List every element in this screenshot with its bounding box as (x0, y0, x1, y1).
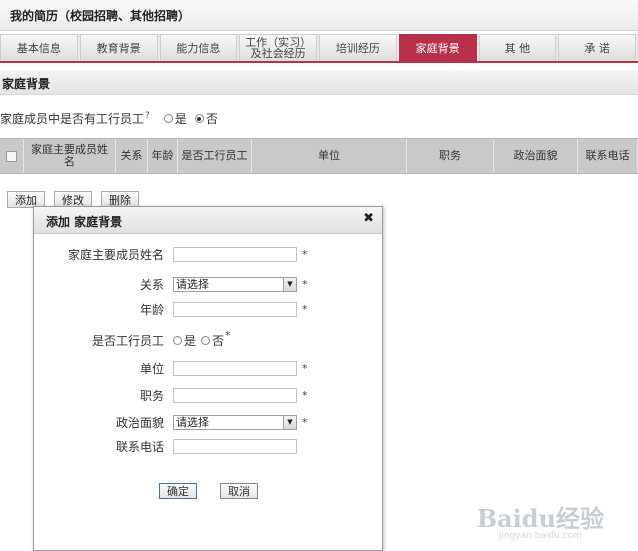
add-family-dialog: 添加 家庭背景 ✖ 家庭主要成员姓名 * 关系 请选择 ▼ * 年龄 * 是否工… (33, 206, 383, 551)
select-all-checkbox[interactable] (6, 150, 17, 162)
tab-family-background[interactable]: 家庭背景 (398, 34, 477, 61)
tab-commitment[interactable]: 承 诺 (558, 34, 636, 61)
section-title: 家庭背景 (2, 77, 51, 91)
page-title: 我的简历（校园招聘、其他招聘） (10, 9, 191, 23)
col-political[interactable]: 政治面貌 (494, 139, 578, 173)
radio-no[interactable] (194, 114, 204, 123)
employee-question-label: 家庭成员中是否有工行员工 (0, 112, 145, 126)
required-mark: * (302, 389, 308, 402)
age-label: 年龄 (139, 303, 164, 317)
dialog-option-yes[interactable]: 是 (173, 332, 196, 349)
tab-bar: 基本信息 教育背景 能力信息 工作（实习） 及社会经历 培训经历 家庭背景 其 … (0, 34, 638, 63)
tab-training[interactable]: 培训经历 (319, 34, 397, 61)
section-header: 家庭背景 (0, 70, 638, 95)
field-row-political: 政治面貌 请选择 ▼ * (34, 414, 308, 431)
option-yes-label: 是 (174, 112, 187, 126)
col-relation[interactable]: 关系 (116, 139, 148, 173)
political-label: 政治面貌 (115, 416, 164, 430)
tab-other[interactable]: 其 他 (478, 34, 557, 61)
family-table-header: 家庭主要成员姓名 关系 年龄 是否工行员工 单位 职务 政治面貌 联系电话 (0, 138, 638, 174)
chevron-down-icon[interactable]: ▼ (283, 416, 296, 429)
required-mark: * (225, 329, 231, 342)
position-input[interactable] (173, 388, 297, 403)
dialog-title: 添加 家庭背景 (46, 215, 123, 229)
dialog-radio-no[interactable] (201, 336, 211, 345)
dialog-option-yes-label: 是 (184, 334, 197, 348)
watermark-logo: Baidu经验 (476, 504, 604, 533)
field-row-relation: 关系 请选择 ▼ * (34, 276, 308, 293)
icbc-employee-label: 是否工行员工 (91, 334, 164, 348)
field-row-unit: 单位 * (34, 360, 308, 377)
name-input[interactable] (173, 247, 297, 262)
radio-yes[interactable] (163, 114, 173, 123)
position-label: 职务 (139, 389, 164, 403)
col-name[interactable]: 家庭主要成员姓名 (24, 139, 116, 173)
col-unit[interactable]: 单位 (252, 139, 407, 173)
field-row-age: 年龄 * (34, 301, 308, 318)
political-select-value: 请选择 (176, 416, 209, 429)
dialog-option-no[interactable]: 否 (201, 332, 224, 349)
field-row-name: 家庭主要成员姓名 * (34, 246, 308, 263)
col-position[interactable]: 职务 (407, 139, 494, 173)
close-icon[interactable]: ✖ (363, 211, 374, 226)
dialog-header: 添加 家庭背景 ✖ (34, 207, 382, 234)
unit-input[interactable] (173, 361, 297, 376)
option-no[interactable]: 否 (194, 110, 218, 127)
required-mark: * (302, 416, 308, 429)
required-mark: * (302, 248, 308, 261)
tab-work-experience[interactable]: 工作（实习） 及社会经历 (239, 34, 317, 61)
required-mark: * (302, 303, 308, 316)
tab-education[interactable]: 教育背景 (79, 34, 158, 61)
select-all-cell[interactable] (0, 139, 24, 173)
watermark: Baidu经验 jingyan.baidu.com (476, 504, 604, 542)
col-phone[interactable]: 联系电话 (578, 139, 638, 173)
dialog-actions: 确定 取消 (159, 483, 258, 499)
cancel-button[interactable]: 取消 (220, 483, 258, 499)
phone-input[interactable] (173, 439, 297, 454)
option-no-label: 否 (205, 112, 218, 126)
field-row-phone: 联系电话 (34, 438, 297, 455)
dialog-radio-yes[interactable] (173, 336, 182, 345)
phone-label: 联系电话 (115, 440, 164, 454)
relation-select[interactable]: 请选择 ▼ (173, 277, 297, 292)
age-input[interactable] (173, 302, 297, 317)
required-mark: * (302, 278, 308, 291)
col-age[interactable]: 年龄 (148, 139, 178, 173)
employee-radio-group: 是 否 (163, 110, 223, 127)
relation-select-value: 请选择 (176, 278, 209, 291)
confirm-button[interactable]: 确定 (159, 483, 197, 499)
field-row-position: 职务 * (34, 387, 308, 404)
unit-label: 单位 (139, 362, 164, 376)
political-select[interactable]: 请选择 ▼ (173, 415, 297, 430)
required-mark: * (302, 362, 308, 375)
field-row-icbc-employee: 是否工行员工 是 否 * (34, 329, 231, 349)
name-label: 家庭主要成员姓名 (67, 248, 164, 262)
col-icbc-employee[interactable]: 是否工行员工 (178, 139, 252, 173)
page-header: 我的简历（校园招聘、其他招聘） (0, 0, 638, 31)
tab-basic-info[interactable]: 基本信息 (0, 34, 78, 61)
chevron-down-icon[interactable]: ▼ (283, 278, 296, 291)
option-yes[interactable]: 是 (163, 110, 187, 127)
dialog-option-no-label: 否 (212, 334, 225, 348)
tab-abilities[interactable]: 能力信息 (159, 34, 238, 61)
employee-question: 家庭成员中是否有工行员工 ? 是 否 (0, 110, 223, 127)
help-icon[interactable]: ? (145, 111, 150, 121)
relation-label: 关系 (139, 278, 164, 292)
